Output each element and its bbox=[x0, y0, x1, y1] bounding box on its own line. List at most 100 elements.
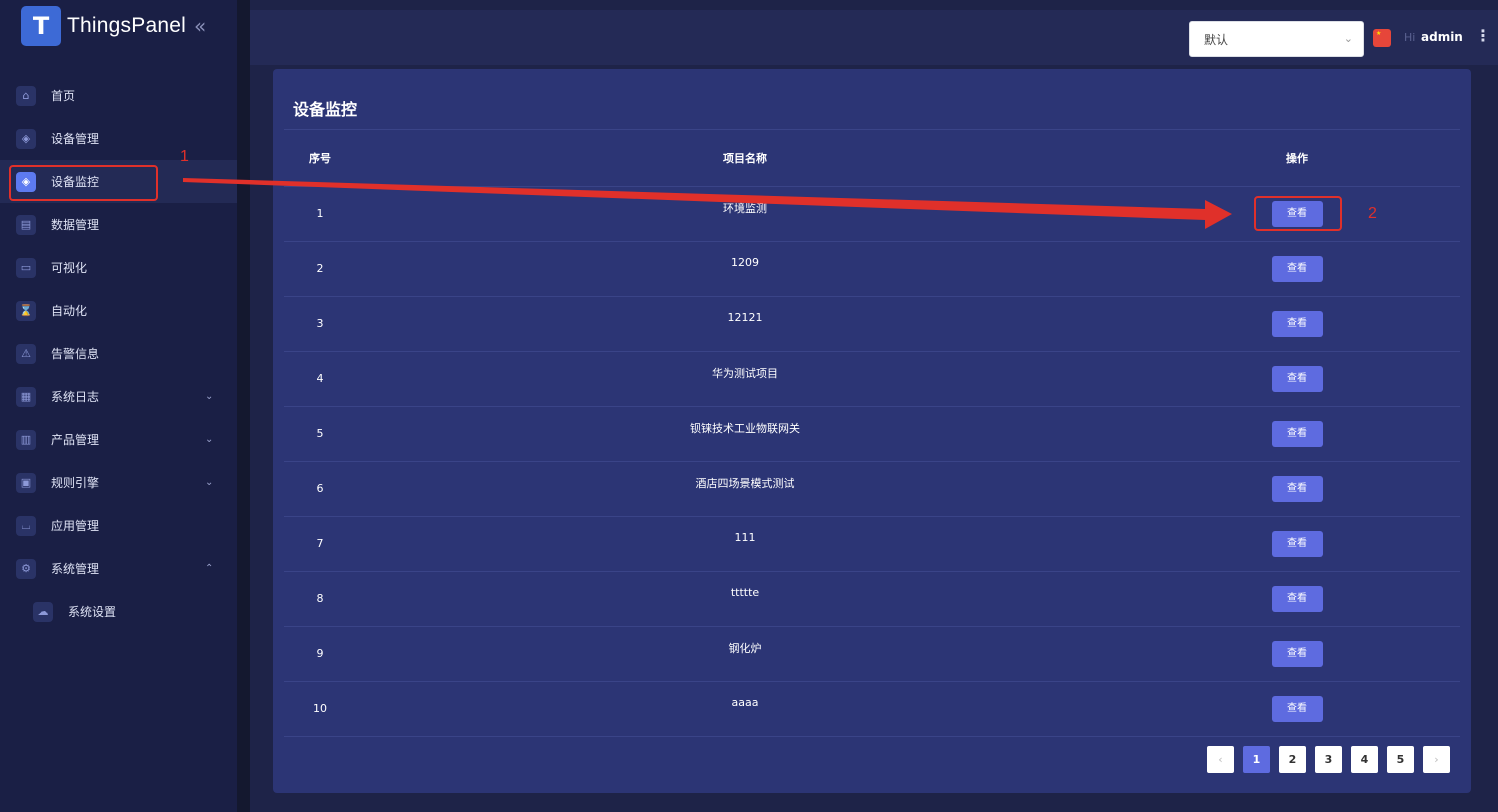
next-page-button[interactable]: › bbox=[1423, 746, 1450, 773]
row-index: 5 bbox=[284, 406, 356, 462]
page-title: 设备监控 bbox=[293, 100, 358, 119]
row-name-cell: 环境监测 bbox=[356, 186, 1134, 242]
view-button[interactable]: 查看 bbox=[1271, 255, 1323, 282]
sidebar-divider bbox=[237, 0, 250, 812]
view-button[interactable]: 查看 bbox=[1271, 585, 1323, 612]
device-icon: ◈ bbox=[16, 128, 36, 149]
row-name-cell: 酒店四场景模式测试 bbox=[356, 461, 1134, 517]
row-index: 3 bbox=[284, 296, 356, 352]
collapse-sidebar-icon[interactable]: « bbox=[194, 14, 206, 38]
sidebar-item[interactable]: ⌴ 应用管理 bbox=[0, 504, 237, 547]
pagination: ‹ 1 2 3 4 5 › bbox=[1207, 746, 1459, 773]
username[interactable]: admin bbox=[1421, 30, 1463, 44]
row-action-cell: 查看 bbox=[1134, 241, 1460, 297]
table-row: 3 12121 查看 bbox=[284, 296, 1460, 352]
page-number-button[interactable]: 5 bbox=[1387, 746, 1414, 773]
sidebar-item[interactable]: ▥ 产品管理 ⌄ bbox=[0, 418, 237, 461]
row-index: 9 bbox=[284, 626, 356, 682]
table-row: 2 1209 查看 bbox=[284, 241, 1460, 297]
table-row: 9 钢化炉 查看 bbox=[284, 626, 1460, 682]
chart-icon: ▭ bbox=[16, 257, 36, 278]
data-icon: ▤ bbox=[16, 214, 36, 235]
page-number-button[interactable]: 4 bbox=[1351, 746, 1378, 773]
column-header-name: 项目名称 bbox=[356, 130, 1134, 187]
table-row: 4 华为测试项目 查看 bbox=[284, 351, 1460, 407]
row-name-cell: 1209 bbox=[356, 241, 1134, 297]
row-name-cell: 钢化炉 bbox=[356, 626, 1134, 682]
sidebar-item-label: 规则引擎 bbox=[51, 476, 100, 490]
row-index: 4 bbox=[284, 351, 356, 407]
automation-icon: ⌛ bbox=[16, 300, 36, 321]
view-button[interactable]: 查看 bbox=[1271, 530, 1323, 557]
row-action-cell: 查看 bbox=[1134, 461, 1460, 517]
row-action-cell: 查看 bbox=[1134, 296, 1460, 352]
language-flag-icon[interactable]: ★ bbox=[1373, 29, 1391, 47]
logo[interactable]: T ThingsPanel bbox=[21, 6, 186, 46]
page-number-button[interactable]: 1 bbox=[1243, 746, 1270, 773]
warning-icon: ⚠ bbox=[16, 343, 36, 364]
table-row: 7 111 查看 bbox=[284, 516, 1460, 572]
row-project-name: 钡铼技术工业物联网关 bbox=[690, 421, 800, 435]
table-row: 6 酒店四场景模式测试 查看 bbox=[284, 461, 1460, 517]
chevron-down-icon: ⌄ bbox=[1343, 32, 1353, 45]
row-project-name: 华为测试项目 bbox=[712, 366, 778, 380]
sidebar-item[interactable]: ⌂ 首页 bbox=[0, 74, 237, 117]
sidebar-item-label: 首页 bbox=[51, 89, 76, 103]
row-project-name: 1209 bbox=[731, 256, 759, 269]
product-icon: ▥ bbox=[16, 429, 36, 450]
row-action-cell: 查看 bbox=[1134, 516, 1460, 572]
project-select[interactable]: 默认 ⌄ bbox=[1189, 21, 1364, 57]
more-vertical-icon[interactable]: ⋮ bbox=[1475, 28, 1491, 44]
row-name-cell: 111 bbox=[356, 516, 1134, 572]
monitor-card: 设备监控 序号 项目名称 操作 1 环境监测 查看 2 1209 查看 3 12121 查看 4 华… bbox=[273, 69, 1471, 793]
sidebar-item[interactable]: ◈ 设备管理 bbox=[0, 117, 237, 160]
log-icon: ▦ bbox=[16, 386, 36, 407]
project-select-value: 默认 bbox=[1204, 32, 1229, 47]
annotation-label-1: 1 bbox=[180, 148, 189, 165]
view-button[interactable]: 查看 bbox=[1271, 420, 1323, 447]
sidebar-item-label: 告警信息 bbox=[51, 347, 100, 361]
greeting-text: Hi bbox=[1404, 31, 1416, 44]
sidebar-subitem-label: 系统设置 bbox=[68, 605, 117, 619]
page-number-button[interactable]: 2 bbox=[1279, 746, 1306, 773]
gear-icon: ⚙ bbox=[16, 558, 36, 579]
sidebar-item-label: 系统管理 bbox=[51, 562, 100, 576]
sidebar-item-label: 可视化 bbox=[51, 261, 88, 275]
row-index: 1 bbox=[284, 186, 356, 242]
view-button[interactable]: 查看 bbox=[1271, 310, 1323, 337]
cloud-icon: ☁ bbox=[33, 601, 53, 622]
sidebar-item[interactable]: ▣ 规则引擎 ⌄ bbox=[0, 461, 237, 504]
sidebar-item-label: 系统日志 bbox=[51, 390, 100, 404]
chevron-up-icon: ⌃ bbox=[205, 563, 214, 574]
app-name: ThingsPanel bbox=[67, 14, 186, 37]
sidebar-subitem[interactable]: ☁ 系统设置 bbox=[0, 590, 237, 633]
column-header-action: 操作 bbox=[1134, 130, 1460, 187]
page-number-button[interactable]: 3 bbox=[1315, 746, 1342, 773]
sidebar-item[interactable]: ▭ 可视化 bbox=[0, 246, 237, 289]
sidebar-item-label: 产品管理 bbox=[51, 433, 100, 447]
home-icon: ⌂ bbox=[16, 85, 36, 106]
chevron-down-icon: ⌄ bbox=[205, 477, 214, 488]
row-action-cell: 查看 bbox=[1134, 351, 1460, 407]
annotation-box-1 bbox=[9, 165, 158, 201]
view-button[interactable]: 查看 bbox=[1271, 640, 1323, 667]
sidebar-item-label: 设备管理 bbox=[51, 132, 100, 146]
row-project-name: aaaa bbox=[731, 696, 759, 709]
row-action-cell: 查看 bbox=[1134, 681, 1460, 737]
sidebar-item[interactable]: ▦ 系统日志 ⌄ bbox=[0, 375, 237, 418]
column-header-index: 序号 bbox=[284, 130, 356, 187]
sidebar-item[interactable]: ▤ 数据管理 bbox=[0, 203, 237, 246]
row-action-cell: 查看 bbox=[1134, 571, 1460, 627]
view-button[interactable]: 查看 bbox=[1271, 365, 1323, 392]
sidebar-item[interactable]: ⚙ 系统管理 ⌃ bbox=[0, 547, 237, 590]
row-project-name: 111 bbox=[734, 531, 756, 544]
table-row: 5 钡铼技术工业物联网关 查看 bbox=[284, 406, 1460, 462]
sidebar-item[interactable]: ⌛ 自动化 bbox=[0, 289, 237, 332]
sidebar-item[interactable]: ⚠ 告警信息 bbox=[0, 332, 237, 375]
view-button[interactable]: 查看 bbox=[1271, 695, 1323, 722]
row-name-cell: 12121 bbox=[356, 296, 1134, 352]
basket-icon: ⌴ bbox=[16, 515, 36, 536]
view-button[interactable]: 查看 bbox=[1271, 475, 1323, 502]
chevron-down-icon: ⌄ bbox=[205, 391, 214, 402]
prev-page-button[interactable]: ‹ bbox=[1207, 746, 1234, 773]
